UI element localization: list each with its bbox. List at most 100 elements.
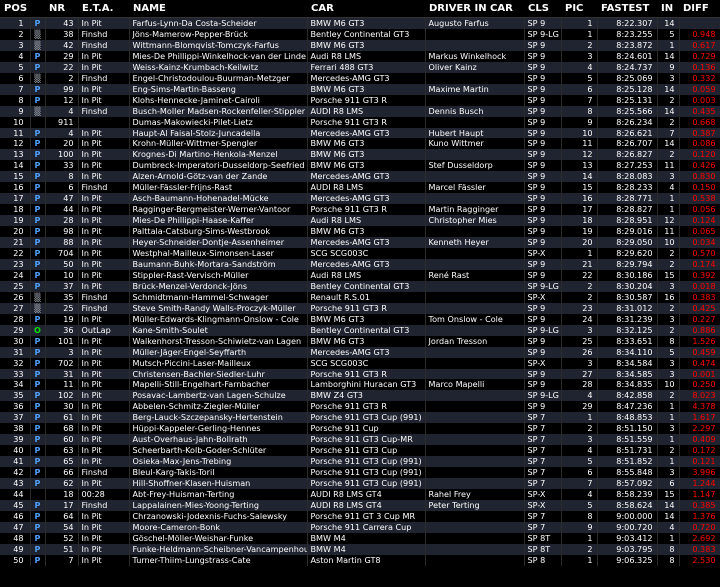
diff-cell: 0.034 <box>679 237 720 249</box>
diff-cell: 0.059 <box>679 83 720 95</box>
table-row[interactable]: 43 P 62 In Pit Hill-Shoffner-Klasen-Huisman P… <box>0 478 720 489</box>
fastest-lap-cell: 8:34.585 <box>597 368 658 380</box>
status-icon: P <box>34 401 41 412</box>
table-row[interactable]: 30 P 101 In Pit Walkenhorst-Tresson-Schiwiet… <box>0 335 720 347</box>
fastest-lap-cell: 8:30.204 <box>597 280 658 292</box>
table-row[interactable]: 40 P 63 In Pit Scheerbarth-Kolb-Goder-Schlüt… <box>0 445 720 457</box>
col-car-header[interactable]: CAR <box>307 0 425 18</box>
table-row[interactable]: 14 P 33 In Pit Dumbreck-Imperatori-Dusseldor… <box>0 160 720 172</box>
table-row[interactable]: 45 P 17 Finshd Lappalainen-Mies-Yoong-Tertin… <box>0 499 720 511</box>
table-row[interactable]: 9 ▒ 4 Finshd Busch-Moller Madsen-Rockenfelle… <box>0 105 720 117</box>
table-row[interactable]: 35 P 102 In Pit Posavac-Lambertz-van Lagen-S… <box>0 390 720 402</box>
fastest-lap-cell: 9:00.000 <box>597 510 658 522</box>
driver-in-car-cell: Kuno Wittmer <box>425 138 525 150</box>
col-nr-header[interactable]: NR <box>45 0 78 18</box>
table-row[interactable]: 4 P 29 In Pit Mies-De Phillippi-Winkelhock-v… <box>0 50 720 62</box>
table-row[interactable]: 22 P 704 In Pit Westphal-Mailleux-Simonsen-L… <box>0 248 720 259</box>
table-row[interactable]: 24 P 10 In Pit Stippler-Rast-Vervisch-Müller… <box>0 269 720 281</box>
table-row[interactable]: 12 P 20 In Pit Krohn-Müller-Wittmer-Spengler… <box>0 138 720 150</box>
table-row[interactable]: 38 P 68 In Pit Hüppi-Kappeler-Gerling-Hennes… <box>0 423 720 435</box>
col-in-header[interactable]: IN <box>657 0 679 18</box>
table-row[interactable]: 47 P 54 In Pit Moore-Cameron-Bonk Porsche 911… <box>0 521 720 533</box>
table-row[interactable]: 21 P 88 In Pit Heyer-Schneider-Dontje-Assenh… <box>0 237 720 249</box>
table-row[interactable]: 48 P 52 In Pit Göschel-Möller-Weishar-Funke B… <box>0 532 720 544</box>
table-row[interactable]: 13 P 100 In Pit Krognes-Di Martino-Henkola-M… <box>0 149 720 161</box>
table-row[interactable]: 1 P 43 In Pit Farfus-Lynn-Da Costa-Scheider B… <box>0 17 720 29</box>
fastest-lap-cell: 8:51.150 <box>597 423 658 435</box>
table-row[interactable]: 18 P 44 In Pit Ragginger-Bergmeister-Werner-… <box>0 204 720 216</box>
car-model-cell: Porsche 911 GT3 Cup <box>307 445 426 457</box>
car-number-cell: 61 <box>45 412 79 424</box>
status-icon: P <box>30 226 46 238</box>
driver-in-car-cell <box>425 532 525 544</box>
table-row[interactable]: 32 P 702 In Pit Mutsch-Piccini-Laser-Mailleu… <box>0 357 720 369</box>
table-row[interactable]: 17 P 47 In Pit Asch-Baumann-Hohenadel-Mücke M… <box>0 193 720 205</box>
table-row[interactable]: 34 P 11 In Pit Mapelli-Still-Engelhart-Farnb… <box>0 379 720 391</box>
eta-cell: In Pit <box>78 269 130 281</box>
status-icon: P <box>30 313 46 325</box>
table-row[interactable]: 11 P 4 In Pit Haupt-Al Faisal-Stolz-Juncadel… <box>0 127 720 139</box>
table-row[interactable]: 50 P 7 In Pit Turner-Thiim-Lungstrass-Cate As… <box>0 554 720 566</box>
class-position-cell: 1 <box>561 554 598 566</box>
table-row[interactable]: 20 P 98 In Pit Palttala-Catsburg-Sims-Westbr… <box>0 226 720 238</box>
table-row[interactable]: 16 P 6 Finshd Müller-Fässler-Frijns-Rast AUDI… <box>0 182 720 194</box>
col-pos-header[interactable]: POS <box>0 0 30 18</box>
col-diff-header[interactable]: DIFF <box>679 0 720 18</box>
in-lap-cell: 2 <box>657 258 680 270</box>
class-cell: SP 9 <box>524 160 562 172</box>
table-row[interactable]: 7 P 99 In Pit Eng-Sims-Martin-Basseng BMW M6 … <box>0 83 720 95</box>
diff-cell: 0.174 <box>679 258 720 270</box>
col-driver-header[interactable]: DRIVER IN CAR <box>425 0 524 18</box>
car-number-cell: 43 <box>45 17 79 29</box>
eta-cell: In Pit <box>78 94 130 106</box>
position-cell: 47 <box>0 521 31 533</box>
table-row[interactable]: 5 P 22 In Pit Weiss-Kainz-Krumbach-Keilwitz F… <box>0 61 720 73</box>
table-row[interactable]: 28 P 19 In Pit Müller-Edwards-Klingmann-Onsl… <box>0 313 720 325</box>
table-row[interactable]: 31 P 3 In Pit Müller-Jäger-Engel-Seyffarth Me… <box>0 346 720 358</box>
diff-cell: 0.570 <box>679 248 720 259</box>
driver-in-car-cell: Stef Dusseldorp <box>425 160 525 172</box>
car-number-cell: 102 <box>45 390 79 402</box>
table-row[interactable]: 8 P 12 In Pit Klohs-Hennecke-Jaminet-Cairoli… <box>0 94 720 106</box>
status-icon: P <box>30 83 46 95</box>
table-row[interactable]: 46 P 64 In Pit Chrzanowski-Jodexnis-Fuchs-Sa… <box>0 510 720 522</box>
table-row[interactable]: 49 P 51 In Pit Funke-Heldmann-Scheibner-Vanc… <box>0 543 720 555</box>
fastest-lap-cell: 8:51.852 <box>597 456 658 468</box>
table-row[interactable]: 23 P 50 In Pit Baumann-Buhk-Mortara-Sandströ… <box>0 258 720 270</box>
col-eta-header[interactable]: E.T.A. <box>78 0 129 18</box>
status-icon: P <box>34 204 41 215</box>
table-row[interactable]: 26 ▒ 35 Finshd Schmidtmann-Hammel-Schwager Re… <box>0 291 720 303</box>
team-name-cell: Hill-Shoffner-Klasen-Huisman <box>129 478 308 489</box>
table-row[interactable]: 41 P 65 In Pit Osieka-Max-Jens-Trebing Porsch… <box>0 456 720 468</box>
table-row[interactable]: 15 P 8 In Pit Alzen-Arnold-Götz-van der Zand… <box>0 171 720 183</box>
col-cls-header[interactable]: CLS <box>524 0 561 18</box>
class-cell: SP 9 <box>524 61 562 73</box>
status-icon: P <box>30 478 46 489</box>
col-pic-header[interactable]: PIC <box>561 0 597 18</box>
col-name-header[interactable]: NAME <box>129 0 307 18</box>
car-model-cell: BMW M6 GT3 <box>307 226 426 238</box>
table-row[interactable]: 44 18 00:28 Abt-Frey-Huisman-Terting AUDI R8… <box>0 488 720 500</box>
table-row[interactable]: 42 P 66 Finshd Bleul-Karg-Takis-Toril Porsche… <box>0 467 720 479</box>
table-row[interactable]: 37 P 61 In Pit Berg-Lauck-Szczepansky-Herten… <box>0 412 720 424</box>
col-fastest-header[interactable]: FASTEST <box>597 0 657 18</box>
table-row[interactable]: 36 P 30 In Pit Abbelen-Schmitz-Ziegler-Mülle… <box>0 401 720 413</box>
table-row[interactable]: 10 911 Dumas-Makowiecki-Pilet-Lietz Porsche… <box>0 116 720 128</box>
table-row[interactable]: 19 P 28 In Pit Mies-De Phillippi-Haase-Kaffe… <box>0 215 720 227</box>
col-status-header[interactable] <box>30 0 45 18</box>
table-row[interactable]: 3 ▒ 42 Finshd Wittmann-Blomqvist-Tomczyk-Far… <box>0 39 720 51</box>
fastest-lap-cell: 8:51.731 <box>597 445 658 457</box>
table-row[interactable]: 27 ▒ 25 Finshd Steve Smith-Randy Walls-Procz… <box>0 302 720 314</box>
table-row[interactable]: 6 ▒ 2 Finshd Engel-Christodoulou-Buurman-Met… <box>0 72 720 84</box>
fastest-lap-cell: 8:48.853 <box>597 412 658 424</box>
position-cell: 40 <box>0 445 31 457</box>
table-row[interactable]: 33 P 31 In Pit Christensen-Bachler-Siedler-L… <box>0 368 720 380</box>
table-row[interactable]: 39 P 60 In Pit Aust-Overhaus-Jahn-Bollrath Po… <box>0 434 720 446</box>
in-lap-cell: 2 <box>657 149 680 161</box>
diff-cell: 0.003 <box>679 94 720 106</box>
table-row[interactable]: 25 P 37 In Pit Brück-Menzel-Verdonck-Jöns Ben… <box>0 280 720 292</box>
table-row[interactable]: 2 ▒ 38 Finshd Jöns-Mamerow-Pepper-Brück Bentl… <box>0 28 720 40</box>
team-name-cell: Lappalainen-Mies-Yoong-Terting <box>129 499 308 511</box>
table-row[interactable]: 29 O 36 OutLap Kane-Smith-Soulet Bentley Cont… <box>0 324 720 336</box>
position-cell: 3 <box>0 39 31 51</box>
